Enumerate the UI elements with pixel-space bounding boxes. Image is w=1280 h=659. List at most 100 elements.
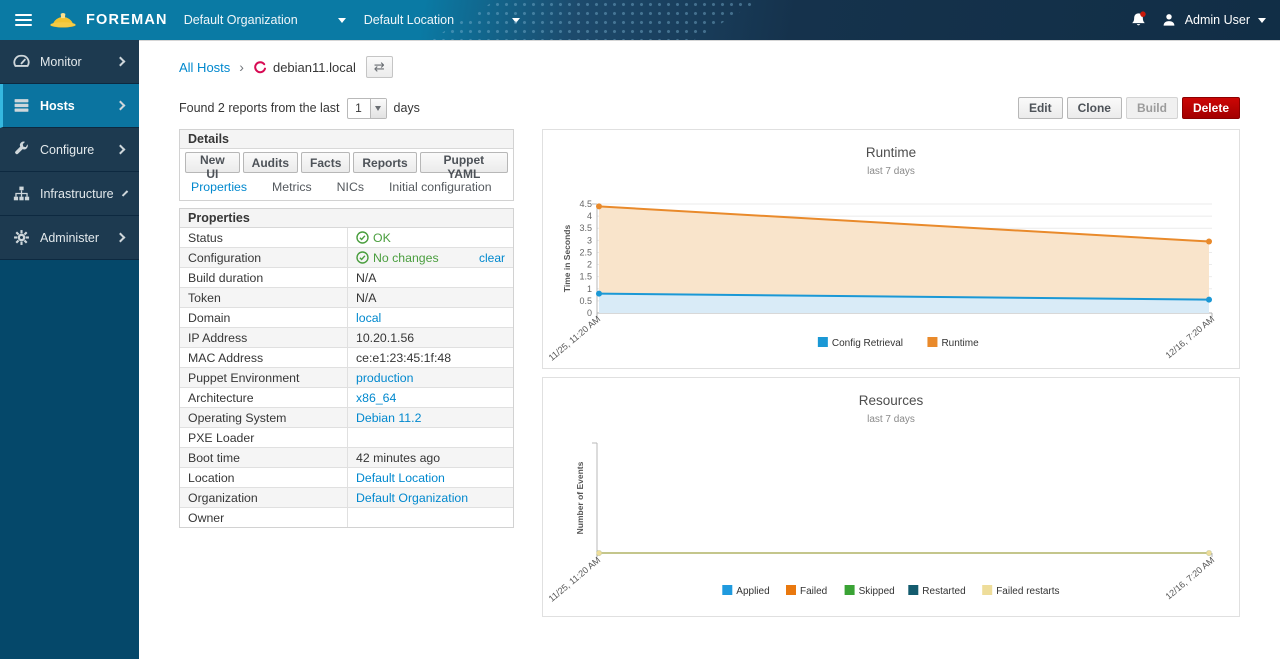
x-label-start: 11/25, 11:20 AM: [547, 555, 603, 604]
user-icon: [1161, 12, 1177, 28]
delete-button[interactable]: Delete: [1182, 97, 1240, 119]
architecture-link[interactable]: x86_64: [356, 391, 396, 405]
sidebar-item-hosts[interactable]: Hosts: [0, 84, 139, 128]
days-select-arrow[interactable]: [370, 99, 386, 118]
brand[interactable]: FOREMAN: [48, 8, 168, 32]
svg-text:2.5: 2.5: [579, 247, 592, 257]
audits-button[interactable]: Audits: [243, 152, 298, 173]
sidebar-item-administer[interactable]: Administer: [0, 216, 139, 260]
svg-text:Applied: Applied: [736, 586, 769, 597]
host-switcher-button[interactable]: ⇄: [366, 56, 393, 78]
property-row-owner: Owner: [180, 508, 513, 527]
chevron-right-icon: [116, 145, 126, 155]
property-label: Token: [180, 288, 347, 307]
property-value: [347, 428, 513, 447]
legend-item-skipped[interactable]: Skipped: [845, 585, 895, 597]
tab-nics[interactable]: NICs: [337, 180, 364, 194]
host-actions: Edit Clone Build Delete: [1018, 97, 1240, 119]
details-heading: Details: [180, 130, 513, 149]
days-select[interactable]: 1: [347, 98, 387, 119]
reports-range: Found 2 reports from the last 1 days: [179, 98, 420, 119]
property-value: No changes clear: [347, 248, 513, 267]
sidebar-item-monitor[interactable]: Monitor: [0, 40, 139, 84]
property-row-pxe-loader: PXE Loader: [180, 428, 513, 448]
organization-switcher[interactable]: Default Organization: [184, 13, 346, 27]
legend-item-applied[interactable]: Applied: [722, 585, 769, 597]
operating-system-link[interactable]: Debian 11.2: [356, 411, 421, 425]
notifications-bell-icon[interactable]: [1130, 11, 1147, 29]
sidebar-item-label: Infrastructure: [40, 187, 114, 201]
property-value: 10.20.1.56: [347, 328, 513, 347]
sidebar-item-configure[interactable]: Configure: [0, 128, 139, 172]
tab-metrics[interactable]: Metrics: [272, 180, 312, 194]
sidebar: Monitor Hosts Configure Infrastructure Admin…: [0, 40, 139, 659]
puppet-yaml-button[interactable]: Puppet YAML: [420, 152, 508, 173]
new-ui-button[interactable]: New UI: [185, 152, 240, 173]
legend-item-runtime[interactable]: Runtime: [927, 337, 979, 349]
facts-button[interactable]: Facts: [301, 152, 350, 173]
property-row-mac-address: MAC Addressce:e1:23:45:1f:48: [180, 348, 513, 368]
brand-name: FOREMAN: [86, 12, 168, 28]
property-label: Organization: [180, 488, 347, 507]
location-link[interactable]: Default Location: [356, 471, 445, 485]
property-label: Puppet Environment: [180, 368, 347, 387]
resources-chart-panel: Resources last 7 days Number of Events11…: [542, 377, 1240, 617]
property-value[interactable]: Debian 11.2: [347, 408, 513, 427]
svg-text:Runtime: Runtime: [941, 338, 979, 349]
user-menu[interactable]: Admin User: [1161, 12, 1266, 28]
property-value: N/A: [347, 268, 513, 287]
edit-button[interactable]: Edit: [1018, 97, 1063, 119]
breadcrumb-all-hosts-link[interactable]: All Hosts: [179, 60, 230, 75]
caret-down-icon: [1258, 18, 1266, 23]
location-switcher[interactable]: Default Location: [364, 13, 520, 27]
caret-down-icon: [512, 18, 520, 23]
resources-chart-title: Resources: [543, 393, 1239, 408]
svg-text:Failed: Failed: [800, 586, 827, 597]
reports-button[interactable]: Reports: [353, 152, 416, 173]
menu-toggle-button[interactable]: [0, 0, 46, 40]
status-text: No changes: [373, 251, 439, 265]
property-row-configuration: ConfigurationNo changesclear: [180, 248, 513, 268]
domain-link[interactable]: local: [356, 311, 381, 325]
clone-button[interactable]: Clone: [1067, 97, 1122, 119]
main-content: All Hosts › debian11.local ⇄ Found 2 rep…: [139, 40, 1280, 659]
svg-text:4.5: 4.5: [579, 199, 592, 209]
svg-text:2: 2: [587, 260, 592, 270]
property-value[interactable]: local: [347, 308, 513, 327]
y-axis-label: Number of Events: [575, 461, 585, 534]
puppet-environment-link[interactable]: production: [356, 371, 413, 385]
property-value: OK: [347, 228, 513, 247]
organization-link[interactable]: Default Organization: [356, 491, 468, 505]
property-value[interactable]: production: [347, 368, 513, 387]
sidebar-item-infrastructure[interactable]: Infrastructure: [0, 172, 139, 216]
property-row-domain: Domainlocal: [180, 308, 513, 328]
sidebar-item-label: Hosts: [40, 99, 107, 113]
user-name: Admin User: [1185, 13, 1250, 27]
tab-initial-configuration[interactable]: Initial configuration: [389, 180, 492, 194]
gear-icon: [13, 229, 30, 246]
property-value[interactable]: Default Organization: [347, 488, 513, 507]
property-value[interactable]: x86_64: [347, 388, 513, 407]
breadcrumb-current-host: debian11.local: [273, 60, 356, 75]
clear-link[interactable]: clear: [479, 251, 505, 265]
details-buttons: New UIAuditsFactsReportsPuppet YAML: [180, 149, 513, 176]
property-label: PXE Loader: [180, 428, 347, 447]
chevron-right-icon: [116, 233, 126, 243]
properties-heading: Properties: [180, 209, 513, 228]
property-row-ip-address: IP Address10.20.1.56: [180, 328, 513, 348]
property-row-status: StatusOK: [180, 228, 513, 248]
build-button: Build: [1126, 97, 1178, 119]
tab-properties[interactable]: Properties: [191, 180, 247, 194]
property-value: ce:e1:23:45:1f:48: [347, 348, 513, 367]
legend-item-restarted[interactable]: Restarted: [908, 585, 965, 597]
svg-text:1.5: 1.5: [579, 272, 592, 282]
legend-item-failed-restarts[interactable]: Failed restarts: [982, 585, 1059, 597]
property-value[interactable]: Default Location: [347, 468, 513, 487]
legend-item-config-retrieval[interactable]: Config Retrieval: [818, 337, 903, 349]
check-circle-icon: [356, 251, 369, 264]
legend-item-failed[interactable]: Failed: [786, 585, 827, 597]
details-panel: Details New UIAuditsFactsReportsPuppet Y…: [179, 129, 514, 201]
details-tabs: Properties Metrics NICs Initial configurati…: [180, 176, 513, 200]
masthead: FOREMAN Default Organization Default Loc…: [0, 0, 1280, 40]
svg-text:Restarted: Restarted: [922, 586, 965, 597]
